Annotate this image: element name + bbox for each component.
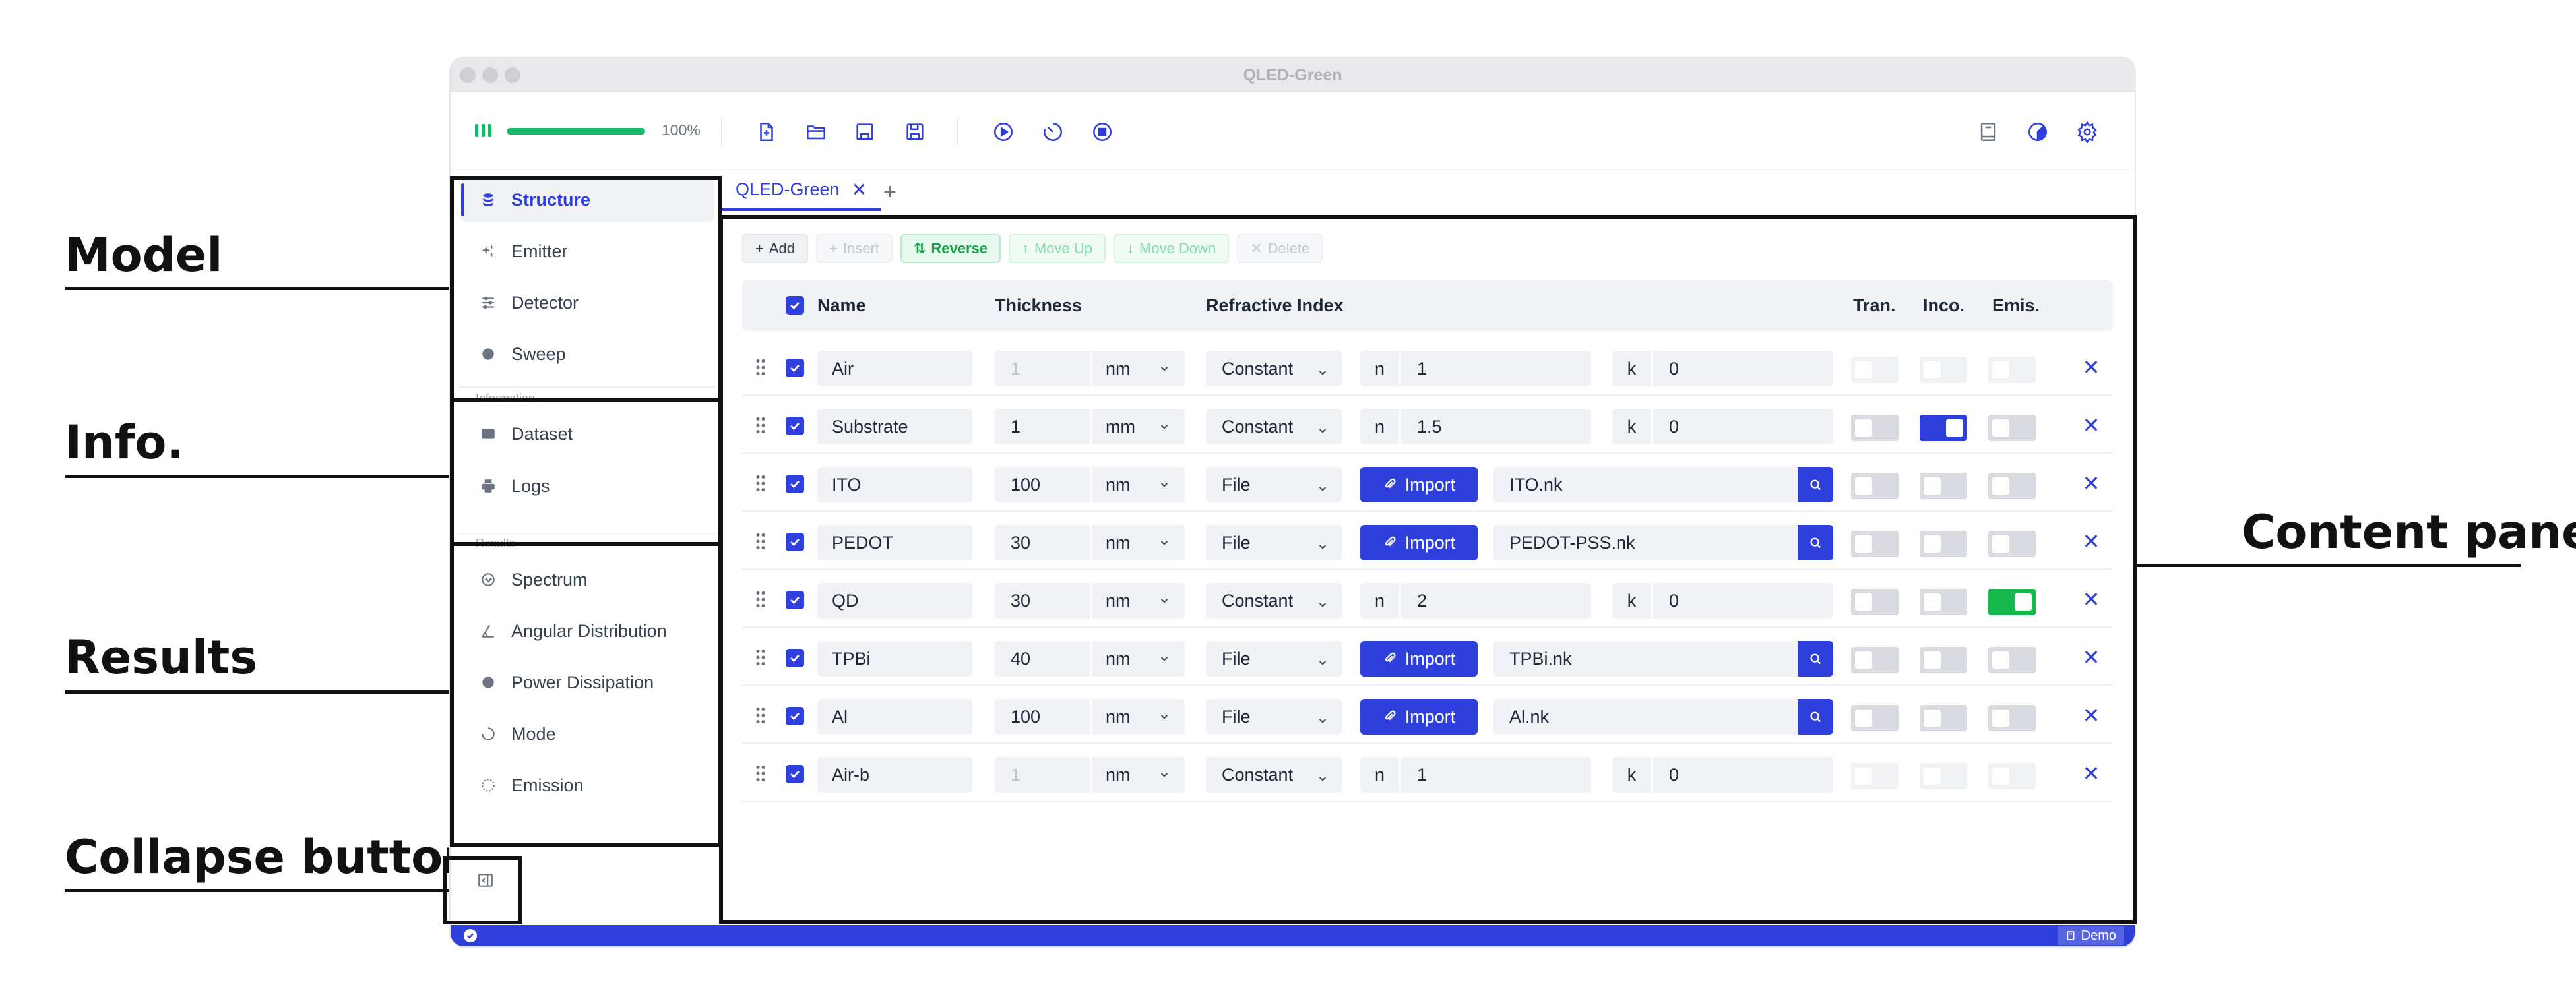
title-bar: QLED-Green: [451, 58, 2135, 92]
tab-label: QLED-Green: [736, 179, 840, 199]
annotation-results: Results: [65, 630, 257, 684]
open-folder-icon[interactable]: [804, 120, 828, 144]
save-icon[interactable]: [853, 120, 877, 144]
annotation-box-collapse: [443, 856, 522, 924]
toolbar-divider: [957, 119, 958, 145]
annotation-model: Model: [65, 228, 223, 282]
window-title: QLED-Green: [1243, 66, 1342, 84]
toolbar-divider: [721, 119, 722, 145]
demo-badge[interactable]: Demo: [2057, 926, 2124, 945]
annotation-box-model: [450, 176, 722, 402]
annotation-results-line: [65, 690, 452, 694]
file-icon: [2067, 931, 2075, 940]
annotation-info-line: [65, 475, 452, 478]
toolbar: 100%: [451, 92, 2135, 170]
annotation-box-content: [719, 215, 2137, 924]
tab-qled-green[interactable]: QLED-Green ✕: [721, 170, 882, 211]
progress-text: 100%: [662, 121, 701, 138]
stop-icon[interactable]: [1090, 120, 1114, 144]
settings-icon[interactable]: [2075, 120, 2099, 144]
annotation-model-line: [65, 287, 452, 290]
annotation-collapse: Collapse button: [65, 830, 476, 884]
progress-bar: [507, 128, 645, 135]
annotation-box-info: [450, 398, 722, 546]
book-icon[interactable]: [1976, 120, 2000, 144]
close-tab-button[interactable]: ✕: [852, 179, 867, 200]
status-bar: Demo: [451, 925, 2135, 946]
save-as-icon[interactable]: [903, 120, 927, 144]
demo-label: Demo: [2081, 928, 2116, 943]
tab-bar: QLED-Green ✕ +: [721, 170, 2135, 211]
annotation-info: Info.: [65, 415, 185, 469]
add-tab-button[interactable]: +: [883, 179, 896, 205]
annotation-box-results: [450, 542, 722, 847]
progress-bars-icon: [475, 124, 495, 137]
annotation-content: Content pane: [2242, 505, 2576, 559]
theme-icon[interactable]: [2026, 120, 2050, 144]
timer-icon[interactable]: [1041, 120, 1065, 144]
check-circle-icon: [464, 929, 477, 942]
annotation-collapse-line: [65, 889, 452, 892]
run-icon[interactable]: [991, 120, 1015, 144]
annotation-content-line: [2135, 564, 2521, 567]
new-file-icon[interactable]: [755, 120, 778, 144]
